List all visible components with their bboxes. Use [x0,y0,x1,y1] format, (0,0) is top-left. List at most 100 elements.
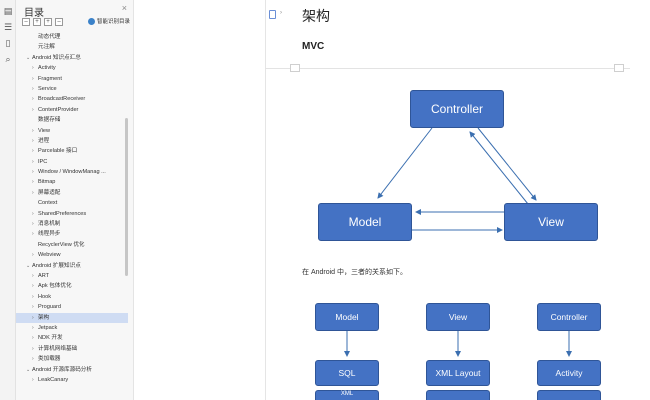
sync-icon [88,17,95,25]
toc-item-label: 屏幕适配 [38,189,61,196]
toc-item-label: BroadcastReceiver [38,96,86,103]
header-rule [265,68,630,69]
toc-item[interactable]: 数据存储 [16,115,128,125]
toc-item-label: Android 开源库源码分析 [32,366,92,373]
sidebar-title: 目录 [24,8,44,19]
page-title: 架构 [302,9,330,25]
activity-box: Activity [537,360,601,386]
model-box: Model [318,203,412,241]
toc-item-label: ContentProvider [38,106,79,113]
toc-item[interactable]: › View [16,126,128,136]
arrow-view-to-controller [469,131,529,205]
page-divider [265,0,266,400]
toc-item-label: 线程异步 [38,231,61,238]
sql-box: SQL [315,360,379,386]
toc-item-label: 元注解 [38,44,55,51]
search-icon[interactable]: ⌕ [3,54,13,64]
toc-item-label: Window / WindowManag ... [38,169,106,176]
view-box: View [504,203,598,241]
toc-item-label: Webview [38,252,61,259]
toc-item[interactable]: 动态代理 [16,32,128,42]
toc-item[interactable]: › Fragment [16,74,128,84]
toc-item[interactable]: RecyclerView 优化 [16,240,128,250]
toc-item[interactable]: ⌄ Android 扩展知识点 [16,261,128,271]
toc-item-label: Parcelable 接口 [38,148,78,155]
xml-layout-box: XML Layout [426,360,490,386]
toc-item[interactable]: › Hook [16,292,128,302]
toc-item-label: LeakCanary [38,376,69,383]
toc-item-label: Android 知识点汇总 [32,54,81,61]
add-entry-icon[interactable]: + [44,18,52,26]
collapse-all-icon[interactable]: – [22,18,30,26]
toc-item-label: SharedPreferences [38,210,87,217]
toc-item[interactable]: ⌄ Android 知识点汇总 [16,53,128,63]
sidebar-toolbar: – + + – [22,18,63,27]
close-icon[interactable]: × [122,3,127,13]
toc-item-label: 动态代理 [38,34,61,40]
xml-box-partial: XML [315,390,379,400]
toc-item-label: 数据存储 [38,117,61,124]
toc-sidebar: 目录 × – + + – 智能识别目录 动态代理元注解 ⌄ Android 知识点汇… [16,0,134,400]
toc-item[interactable]: › ContentProvider [16,105,128,115]
toc-item-label: 消息机制 [38,221,61,228]
toc-item-label: 计算机网络基础 [38,345,78,352]
toc-item-label: ART [38,272,50,279]
left-icon-strip: ▤ ☰ ▯ ⌕ [0,0,16,400]
section-heading: MVC [302,41,325,52]
sidebar-scrollbar[interactable] [125,118,128,276]
document-icon[interactable]: ▤ [3,6,13,16]
toc-item-label: Context [38,200,58,207]
toc-item[interactable]: › NDK 开发 [16,333,128,343]
toc-item[interactable]: › Activity [16,63,128,73]
smart-toc-label: 智能识别目录 [97,19,131,25]
margin-marker-right [614,64,624,72]
partial-box-3 [537,390,601,400]
toc-item-label: Activity [38,65,56,72]
toc-item[interactable]: › SharedPreferences [16,209,128,219]
toc-item[interactable]: 元注解 [16,42,128,52]
toc-item[interactable]: › 计算机网络基础 [16,344,128,354]
toc-item-label: 类加载器 [38,356,61,363]
toc-item[interactable]: › 消息机制 [16,219,128,229]
margin-marker-left [290,64,300,72]
toc-item[interactable]: › Webview [16,250,128,260]
toc-item[interactable]: › Proguard [16,302,128,312]
bookmark-icon[interactable]: ▯ [3,38,13,48]
toc-item[interactable]: › Apk 包体优化 [16,281,128,291]
toc-item[interactable]: › BroadcastReceiver [16,94,128,104]
toc-item-label: RecyclerView 优化 [38,241,85,248]
toc-item[interactable]: › IPC [16,157,128,167]
toc-item[interactable]: › Parcelable 接口 [16,146,128,156]
toc-item[interactable]: › LeakCanary [16,375,128,385]
toc-item[interactable]: › ART [16,271,128,281]
toc-item-label: Jetpack [38,324,58,331]
expand-icon[interactable]: + [33,18,41,26]
toc-item[interactable]: › Bitmap [16,177,128,187]
arrow-controller-to-view [477,127,537,201]
toc-item-label: 进程 [38,137,50,144]
toc-item[interactable]: › 屏幕适配 [16,188,128,198]
toc-item-label: View [38,127,51,134]
controller-box: Controller [410,90,504,128]
controller-box-2: Controller [537,303,601,331]
toc-item-label: Fragment [38,75,62,82]
toc-item-label: Service [38,85,57,92]
toc-item[interactable]: › Jetpack [16,323,128,333]
toc-item-label: Hook [38,293,52,300]
toc-item-label: Bitmap [38,179,56,186]
outline-icon[interactable]: ☰ [3,22,13,32]
toc-item[interactable]: › 架构 [16,312,128,323]
page-icon[interactable] [269,10,276,19]
toc-item[interactable]: › Service [16,84,128,94]
smart-toc-button[interactable]: 智能识别目录 [88,17,130,25]
remove-entry-icon[interactable]: – [55,18,63,26]
toc-item[interactable]: ⌄ Android 开源库源码分析 [16,365,128,375]
chevron-right-icon[interactable]: › [280,10,282,16]
toc-item[interactable]: › 进程 [16,136,128,146]
toc-item[interactable]: Context [16,198,128,208]
toc-item[interactable]: › 线程异步 [16,229,128,239]
toc-tree: 动态代理 元注解 ⌄ Android 知识点汇总 › Activity › Fragment ›… [16,32,128,385]
toc-item[interactable]: › Window / WindowManag ... [16,167,128,177]
toc-item[interactable]: › 类加载器 [16,354,128,364]
model-box-2: Model [315,303,379,331]
